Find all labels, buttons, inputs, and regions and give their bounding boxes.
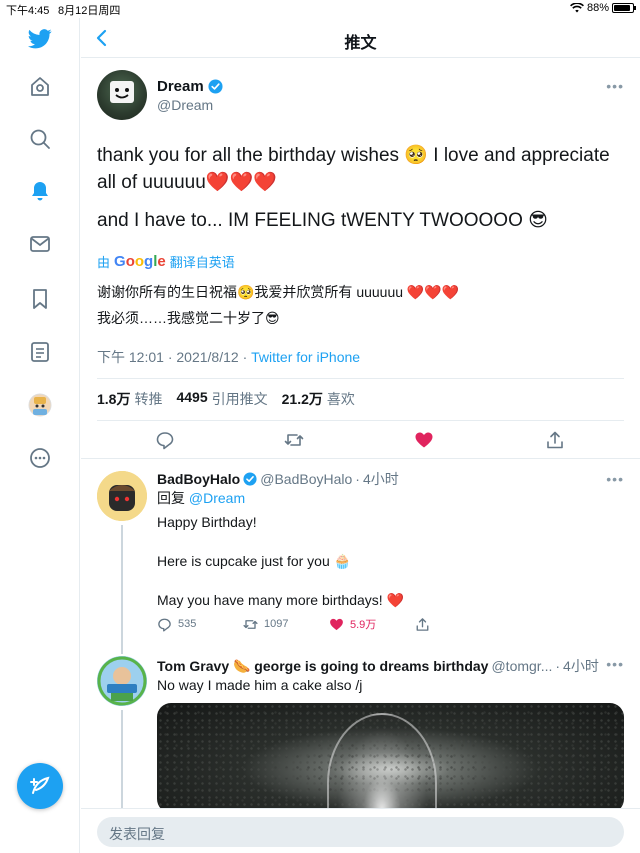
reply-to: 回复 @Dream: [157, 489, 617, 508]
tweet-text-line2: and I have to... IM FEELING tWENTY TWOOO…: [97, 210, 548, 231]
verified-badge-icon: [243, 472, 257, 486]
reply-composer: 发表回复: [81, 808, 640, 853]
reply-count: 535: [178, 618, 197, 630]
status-date: 8月12日周四: [58, 5, 121, 17]
bookmarks-icon[interactable]: [27, 286, 53, 312]
reply-to-prefix: 回复: [157, 490, 185, 506]
twitter-logo-icon[interactable]: [27, 26, 53, 52]
home-icon[interactable]: [27, 74, 53, 100]
top-bar: 推文: [81, 18, 640, 58]
avatar[interactable]: [97, 656, 147, 706]
more-options-button[interactable]: •••: [606, 656, 624, 672]
lists-icon[interactable]: [27, 339, 53, 365]
heart-filled-icon: [330, 618, 343, 630]
wifi-icon: [570, 3, 584, 13]
retweet-button[interactable]: 1097: [243, 617, 329, 632]
battery-percent: 88%: [586, 2, 609, 14]
retweet-button[interactable]: [284, 430, 304, 450]
share-icon: [416, 617, 429, 631]
reply-input[interactable]: 发表回复: [97, 817, 624, 847]
avatar[interactable]: [97, 471, 147, 521]
likes-label[interactable]: 喜欢: [327, 389, 355, 409]
retweet-count: 1097: [264, 618, 289, 630]
battery-icon: [612, 3, 636, 13]
share-button[interactable]: [545, 430, 565, 450]
reply-tweet[interactable]: BadBoyHalo @BadBoyHalo · 4小时 ••• 回复 @Dre…: [81, 459, 640, 650]
status-bar: 下午4:45 8月12日周四 88%: [0, 0, 640, 18]
like-button[interactable]: [414, 430, 434, 450]
reply-icon: [158, 618, 171, 632]
reply-time: 4小时: [563, 658, 599, 674]
heart-filled-icon: [415, 432, 433, 448]
thread-line: [121, 525, 123, 650]
reply-author-name: Tom Gravy 🌭 george is going to dreams bi…: [157, 657, 489, 674]
sidebar: [0, 18, 80, 853]
reply-author-row[interactable]: Tom Gravy 🌭 george is going to dreams bi…: [157, 656, 599, 676]
reply-button[interactable]: 535: [157, 617, 243, 632]
retweets-label[interactable]: 转推: [134, 389, 162, 409]
like-count: 5.9万: [350, 619, 377, 631]
reply-author-name: BadBoyHalo: [157, 471, 241, 487]
thread-line: [121, 644, 123, 654]
tweet-source[interactable]: Twitter for iPhone: [251, 349, 360, 365]
more-options-button[interactable]: •••: [606, 471, 624, 487]
more-options-button[interactable]: •••: [606, 78, 624, 94]
tweet-actions: [81, 428, 640, 452]
share-button[interactable]: [415, 617, 501, 632]
thread-line: [121, 710, 123, 808]
translation-line1: 谢谢你所有的生日祝福🥺我爱并欣赏所有 uuuuuu ❤️❤️❤️: [97, 284, 460, 300]
retweets-count[interactable]: 1.8万: [97, 389, 130, 409]
translation-line2: 我必须……我感觉二十岁了😎: [97, 310, 280, 326]
quotes-label[interactable]: 引用推文: [212, 389, 268, 409]
reply-text-line3: May you have many more birthdays! ❤️: [157, 592, 404, 608]
author-handle[interactable]: @Dream: [157, 97, 213, 113]
translate-suffix: 翻译自英语: [169, 255, 235, 270]
notifications-icon[interactable]: [27, 178, 53, 204]
like-button[interactable]: 5.9万: [329, 616, 415, 632]
divider: [97, 420, 624, 421]
reply-actions: 535 1097 5.9万: [157, 616, 501, 632]
likes-count[interactable]: 21.2万: [282, 389, 323, 409]
reply-time: 4小时: [362, 471, 399, 487]
tweet-stats: 1.8万 转推 4495 引用推文 21.2万 喜欢: [97, 389, 355, 409]
reply-author-handle: @tomgr...: [491, 658, 553, 674]
tweet-meta: 下午 12:01 · 2021/8/12 · Twitter for iPhon…: [97, 349, 361, 365]
reply-to-handle[interactable]: @Dream: [189, 490, 245, 506]
avatar[interactable]: [97, 70, 147, 120]
reply-button[interactable]: [155, 430, 175, 450]
profile-avatar-icon[interactable]: [27, 392, 53, 418]
tweet-time: 下午 12:01: [97, 349, 164, 365]
avatar-face: [110, 81, 134, 103]
status-right: 88%: [570, 2, 636, 14]
google-logo: Google: [114, 253, 166, 270]
retweet-icon: [284, 434, 304, 446]
more-icon[interactable]: [27, 445, 53, 471]
reply-text-line1: Happy Birthday!: [157, 514, 257, 530]
verified-badge-icon: [208, 79, 223, 94]
reply-author-row[interactable]: BadBoyHalo @BadBoyHalo · 4小时: [157, 469, 399, 489]
translate-prefix: 由: [97, 255, 111, 270]
quotes-count[interactable]: 4495: [176, 389, 207, 409]
status-time: 下午4:45: [6, 5, 50, 17]
compose-tweet-icon: [30, 776, 50, 794]
tweet-date: 2021/8/12: [176, 349, 239, 365]
tweet-text-line1: thank you for all the birthday wishes 🥺 …: [97, 145, 610, 193]
retweet-icon: [243, 619, 258, 629]
reply-author-handle: @BadBoyHalo: [260, 471, 353, 487]
page-title: 推文: [344, 35, 377, 52]
author-name-row[interactable]: Dream: [157, 78, 223, 95]
reply-tweet[interactable]: Tom Gravy 🌭 george is going to dreams bi…: [81, 644, 640, 813]
translation-attribution[interactable]: 由 Google 翻译自英语: [97, 252, 235, 271]
messages-icon[interactable]: [27, 231, 53, 257]
reply-icon: [156, 432, 174, 450]
explore-icon[interactable]: [27, 126, 53, 152]
reply-text-line2: Here is cupcake just for you 🧁: [157, 553, 352, 569]
reply-media-image[interactable]: [157, 703, 624, 813]
compose-tweet-button[interactable]: [17, 763, 63, 809]
reply-text: No way I made him a cake also /j: [157, 677, 363, 693]
divider: [97, 378, 624, 379]
author-name: Dream: [157, 78, 204, 95]
share-icon: [547, 431, 563, 449]
